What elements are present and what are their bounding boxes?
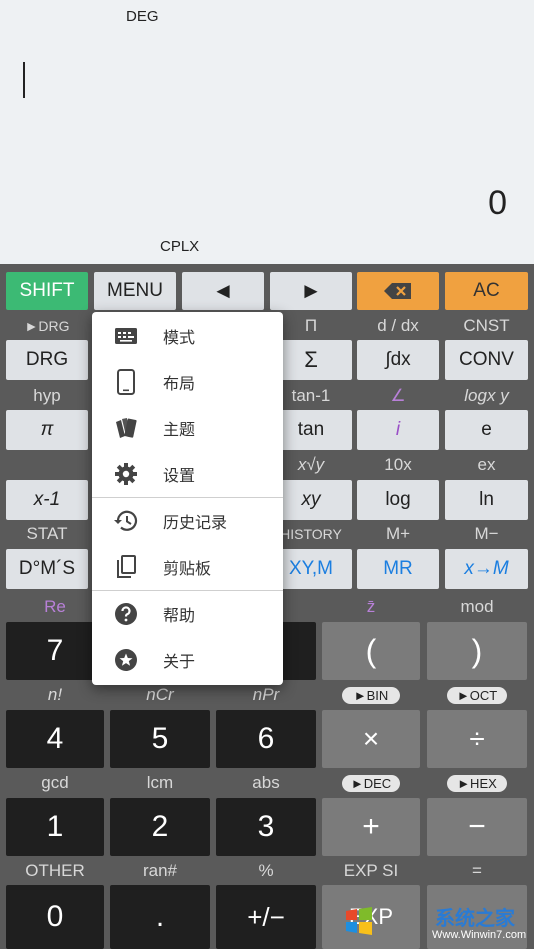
divide-button[interactable]: ÷ bbox=[427, 710, 527, 768]
shift-button[interactable]: SHIFT bbox=[6, 272, 88, 310]
drg-button[interactable]: DRG bbox=[6, 340, 88, 380]
label-exp-si: EXP SI bbox=[343, 861, 399, 880]
menu-item-label: 历史记录 bbox=[163, 515, 228, 532]
help-icon bbox=[112, 600, 140, 628]
dms-button[interactable]: D°M´S bbox=[6, 549, 88, 589]
label-abs: abs bbox=[252, 773, 280, 792]
menu-item-label: 剪贴板 bbox=[163, 561, 212, 578]
label-derivative: d / dx bbox=[377, 316, 419, 335]
menu-item-history[interactable]: 历史记录 bbox=[92, 498, 283, 544]
label-combination: nCr bbox=[146, 685, 174, 704]
angle-mode-indicator: DEG bbox=[126, 8, 159, 25]
cursor-left-button[interactable]: ◄ bbox=[182, 272, 264, 310]
label-angle: ∠ bbox=[390, 386, 406, 405]
menu-item-label: 主题 bbox=[163, 422, 196, 439]
convert-button[interactable]: CONV bbox=[445, 340, 528, 380]
label-lcm: lcm bbox=[146, 773, 174, 792]
to-dec-badge: ►DEC bbox=[342, 775, 400, 792]
menu-item-mode[interactable]: 模式 bbox=[92, 313, 283, 359]
watermark-text: 系统之家 bbox=[435, 908, 515, 930]
close-paren-button[interactable]: ) bbox=[427, 622, 527, 680]
menu-item-clipboard[interactable]: 剪贴板 bbox=[92, 544, 283, 590]
complex-mode-indicator: CPLX bbox=[160, 238, 200, 255]
digit-7-button[interactable]: 7 bbox=[6, 622, 104, 680]
label-percent: % bbox=[258, 861, 274, 880]
label-other: OTHER bbox=[25, 861, 85, 880]
menu-item-layout[interactable]: 布局 bbox=[92, 359, 283, 405]
label-ten-power: 10x bbox=[384, 455, 412, 474]
all-clear-button[interactable]: AC bbox=[445, 272, 528, 310]
menu-item-theme[interactable]: 主题 bbox=[92, 405, 283, 451]
imaginary-unit-button[interactable]: i bbox=[357, 410, 439, 450]
backspace-button[interactable] bbox=[357, 272, 439, 310]
label-random: ran# bbox=[142, 861, 178, 880]
digit-1-button[interactable]: 1 bbox=[6, 798, 104, 856]
label-hyp: hyp bbox=[33, 386, 61, 405]
label-equals: = bbox=[472, 861, 482, 880]
label-memory-subtract: M− bbox=[474, 524, 499, 543]
memory-recall-button[interactable]: MR bbox=[357, 549, 439, 589]
result-value: 0 bbox=[488, 184, 507, 222]
euler-button[interactable]: e bbox=[445, 410, 528, 450]
menu-item-label: 关于 bbox=[163, 654, 196, 671]
keyboard-icon bbox=[112, 322, 140, 350]
label-to-drg: ►DRG bbox=[24, 318, 70, 334]
clipboard-icon bbox=[112, 553, 140, 581]
backspace-icon bbox=[384, 283, 411, 299]
store-memory-button[interactable]: x→M bbox=[445, 549, 528, 589]
text-cursor bbox=[23, 62, 25, 98]
menu-item-settings[interactable]: 设置 bbox=[92, 451, 283, 497]
multiply-button[interactable]: × bbox=[322, 710, 420, 768]
digit-6-button[interactable]: 6 bbox=[216, 710, 316, 768]
menu-item-about[interactable]: 关于 bbox=[92, 637, 283, 683]
pi-button[interactable]: π bbox=[6, 410, 88, 450]
to-bin-badge: ►BIN bbox=[342, 687, 400, 704]
label-conjugate: z̄ bbox=[366, 597, 376, 616]
plus-button[interactable]: + bbox=[322, 798, 420, 856]
label-log-base: logx y bbox=[464, 386, 509, 405]
menu-item-label: 模式 bbox=[163, 330, 196, 347]
label-memory-add: M+ bbox=[385, 524, 411, 543]
label-mod: mod bbox=[460, 597, 494, 616]
to-oct-badge: ►OCT bbox=[447, 687, 507, 704]
windows-logo-icon bbox=[346, 907, 372, 935]
menu-item-label: 布局 bbox=[163, 376, 196, 393]
open-paren-button[interactable]: ( bbox=[322, 622, 420, 680]
menu-item-label: 帮助 bbox=[163, 608, 196, 625]
digit-0-button[interactable]: 0 bbox=[6, 885, 104, 949]
sign-toggle-button[interactable]: +/− bbox=[216, 885, 316, 949]
popup-menu: 模式 布局 主题 设置 历史记录 剪贴板 帮助 关于 bbox=[92, 312, 283, 685]
label-factorial: n! bbox=[47, 685, 63, 704]
cursor-right-button[interactable]: ► bbox=[270, 272, 352, 310]
decimal-point-button[interactable]: . bbox=[110, 885, 210, 949]
label-permutation: nPr bbox=[252, 685, 280, 704]
label-constants: CNST bbox=[463, 316, 510, 335]
menu-item-label: 设置 bbox=[163, 468, 196, 485]
watermark-url: Www.Winwin7.com bbox=[432, 929, 527, 941]
label-stat: STAT bbox=[26, 524, 68, 543]
to-hex-badge: ►HEX bbox=[447, 775, 507, 792]
label-exp: ex bbox=[477, 455, 496, 474]
digit-5-button[interactable]: 5 bbox=[110, 710, 210, 768]
palette-icon bbox=[112, 414, 140, 442]
label-real-part: Re bbox=[44, 597, 66, 616]
log-button[interactable]: log bbox=[357, 480, 439, 520]
reciprocal-button[interactable]: x-1 bbox=[6, 480, 88, 520]
watermark: 系统之家 Www.Winwin7.com bbox=[340, 896, 534, 949]
label-gcd: gcd bbox=[41, 773, 69, 792]
integral-button[interactable]: ∫dx bbox=[357, 340, 439, 380]
digit-4-button[interactable]: 4 bbox=[6, 710, 104, 768]
minus-button[interactable]: − bbox=[427, 798, 527, 856]
digit-3-button[interactable]: 3 bbox=[216, 798, 316, 856]
ln-button[interactable]: ln bbox=[445, 480, 528, 520]
digit-2-button[interactable]: 2 bbox=[110, 798, 210, 856]
menu-button[interactable]: MENU bbox=[94, 272, 176, 310]
history-icon bbox=[112, 507, 140, 535]
star-badge-icon bbox=[112, 646, 140, 674]
menu-item-help[interactable]: 帮助 bbox=[92, 591, 283, 637]
display-area: DEG 0 CPLX bbox=[0, 0, 534, 264]
gear-icon bbox=[112, 460, 140, 488]
tablet-icon bbox=[112, 368, 140, 396]
